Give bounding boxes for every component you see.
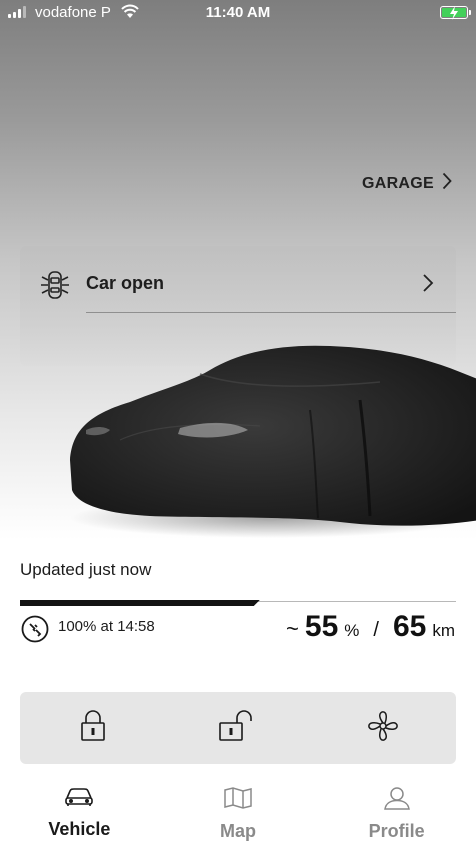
car-status-label: Car open [86, 273, 165, 293]
unlock-button[interactable] [165, 692, 310, 764]
person-icon [383, 786, 411, 815]
lock-button[interactable] [20, 692, 165, 764]
range-readout: ~ 55 % / 65 km [286, 610, 455, 644]
map-icon [223, 786, 253, 815]
car-doors-open-icon [38, 268, 72, 307]
chevron-right-icon [442, 172, 452, 195]
vehicle-screen: vodafone P 11:40 AM GARAGE Car open Upda… [0, 0, 476, 846]
tab-map[interactable]: Map [159, 772, 318, 846]
tab-label: Map [220, 821, 256, 841]
status-bar: vodafone P 11:40 AM [0, 0, 476, 26]
status-time: 11:40 AM [205, 4, 271, 21]
tab-label: Vehicle [48, 819, 111, 839]
separator: / [373, 619, 379, 641]
divider [86, 312, 456, 313]
updated-status-text: Updated just now [20, 560, 152, 579]
ventilation-button[interactable] [311, 692, 456, 764]
charge-percent-value: 55 [304, 610, 339, 643]
chevron-right-icon [422, 273, 434, 298]
covered-car-image [70, 345, 476, 538]
tab-profile[interactable]: Profile [317, 772, 476, 846]
garage-link[interactable]: GARAGE [362, 172, 452, 195]
remote-actions-bar [20, 692, 456, 764]
percent-unit: % [344, 621, 360, 640]
unlock-icon [217, 709, 259, 748]
car-open-row[interactable]: Car open [20, 258, 456, 312]
bottom-tab-bar: Vehicle Map Profile [0, 772, 476, 846]
km-unit: km [432, 621, 455, 640]
charging-plug-icon [20, 614, 50, 649]
tab-label: Profile [368, 821, 425, 841]
range-progress-fill [20, 600, 260, 606]
range-km-value: 65 [392, 610, 427, 643]
charge-target-text: 100% at 14:58 [58, 618, 155, 635]
approx-symbol: ~ [286, 616, 299, 641]
car-icon [64, 786, 94, 813]
battery-icon [440, 6, 471, 20]
garage-label: GARAGE [361, 174, 434, 192]
lock-icon [79, 709, 107, 748]
tab-vehicle[interactable]: Vehicle [0, 772, 159, 846]
fan-icon [366, 709, 400, 748]
